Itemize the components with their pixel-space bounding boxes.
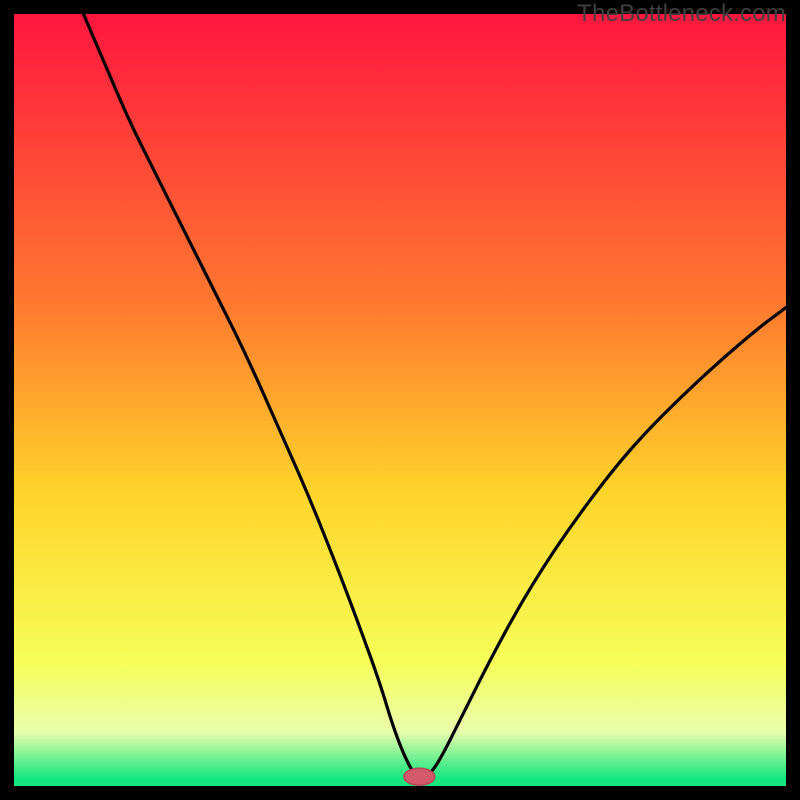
optimum-marker [404,768,435,785]
chart-svg [14,14,786,786]
gradient-background [14,14,786,786]
watermark-text: TheBottleneck.com [577,0,786,28]
plot-area [14,14,786,786]
chart-stage: TheBottleneck.com [0,0,800,800]
